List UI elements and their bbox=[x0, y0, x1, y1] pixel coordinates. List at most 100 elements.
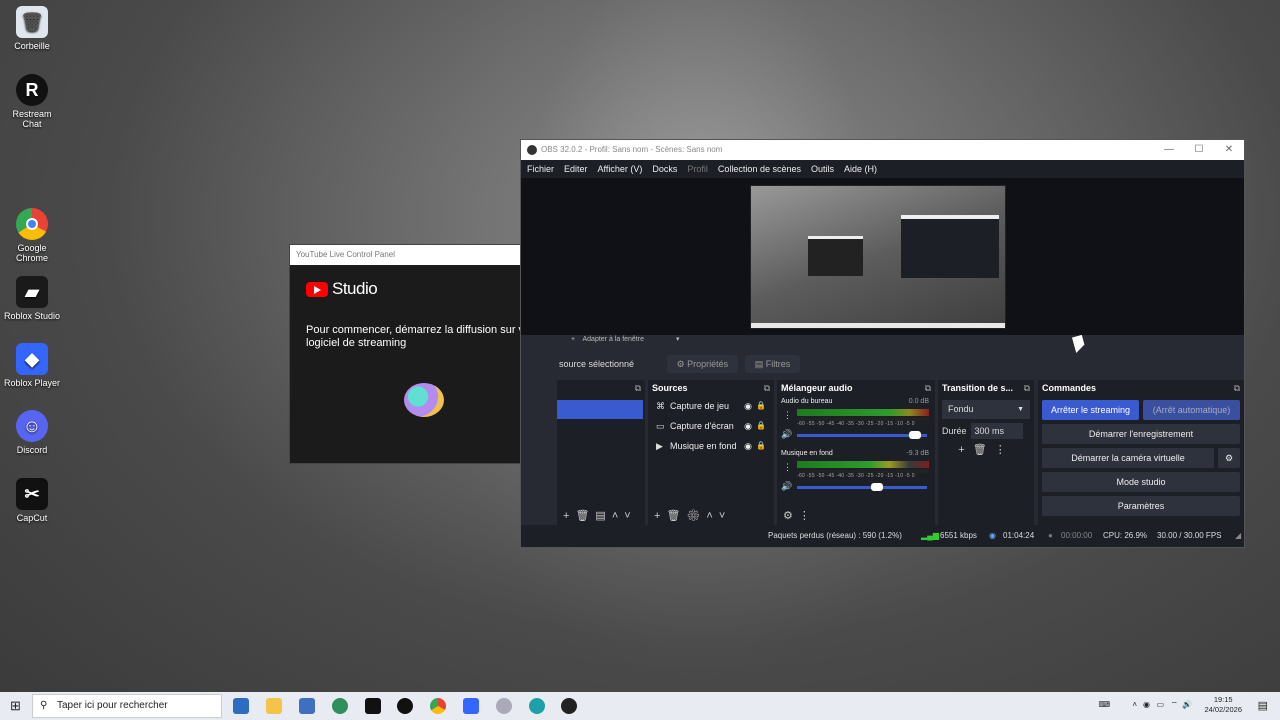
source-item[interactable]: ⌘ Capture de jeu ◉ 🔒 bbox=[648, 396, 774, 416]
scene-item-selected[interactable] bbox=[557, 400, 643, 419]
add-icon[interactable]: + bbox=[563, 510, 575, 522]
taskbar-app-roblox-studio-icon[interactable] bbox=[365, 698, 381, 714]
kebab-menu-icon[interactable]: ⋮ bbox=[799, 510, 816, 522]
add-icon[interactable]: + bbox=[571, 336, 575, 343]
desktop-icon-discord[interactable]: ☺ Discord bbox=[2, 410, 62, 455]
taskbar-app-roblox-player-icon[interactable] bbox=[463, 698, 479, 714]
taskbar-search[interactable]: ⚲ Taper ici pour rechercher bbox=[32, 694, 222, 718]
youtube-panel-titlebar[interactable]: YouTube Live Control Panel bbox=[290, 245, 555, 265]
volume-slider[interactable] bbox=[797, 431, 927, 439]
taskbar-app-obs-icon[interactable] bbox=[561, 698, 577, 714]
trash-icon[interactable]: 🗑 bbox=[575, 510, 595, 522]
stop-streaming-button[interactable]: Arrêter le streaming bbox=[1042, 400, 1139, 420]
notification-icon[interactable]: ▤ bbox=[1258, 699, 1268, 712]
move-down-icon[interactable]: ˅ bbox=[719, 510, 731, 522]
auto-stop-button[interactable]: (Arrêt automatique) bbox=[1143, 400, 1240, 420]
add-icon[interactable]: + bbox=[654, 510, 666, 522]
taskbar-clock[interactable]: 19:15 24/02/2026 bbox=[1204, 695, 1242, 715]
source-item[interactable]: ▭ Capture d'écran ◉ 🔒 bbox=[648, 416, 774, 436]
menu-afficher[interactable]: Afficher (V) bbox=[598, 160, 643, 178]
desktop-icon-roblox-player[interactable]: ◆ Roblox Player bbox=[2, 343, 62, 388]
speaker-icon[interactable]: 🔊 bbox=[781, 481, 792, 492]
chevron-up-icon[interactable]: ˄ bbox=[1132, 700, 1137, 709]
lock-icon[interactable]: 🔒 bbox=[756, 416, 766, 436]
start-recording-button[interactable]: Démarrer l'enregistrement bbox=[1042, 424, 1240, 444]
taskbar-app-mouse-icon[interactable] bbox=[496, 698, 512, 714]
advanced-audio-icon[interactable]: ⚙ bbox=[783, 510, 799, 522]
settings-button[interactable]: Paramètres bbox=[1042, 496, 1240, 516]
menu-outils[interactable]: Outils bbox=[811, 160, 834, 178]
undock-icon[interactable]: ⧉ bbox=[764, 380, 770, 396]
menu-editer[interactable]: Editer bbox=[564, 160, 588, 178]
desktop-icon-label: CapCut bbox=[16, 513, 48, 523]
eye-icon[interactable]: ◉ bbox=[744, 396, 752, 416]
taskbar-app-file-explorer-icon[interactable] bbox=[266, 698, 282, 714]
taskbar-app-security-icon[interactable] bbox=[332, 698, 348, 714]
source-item[interactable]: ▶ Musique en fond ◉ 🔒 bbox=[648, 436, 774, 456]
trash-icon[interactable]: 🗑 bbox=[973, 444, 995, 456]
resize-grip-icon[interactable]: ◢ bbox=[1235, 525, 1241, 547]
kebab-menu-icon[interactable]: ⋮ bbox=[783, 462, 792, 473]
move-up-icon[interactable]: ˄ bbox=[612, 510, 624, 522]
kebab-menu-icon[interactable]: ⋮ bbox=[783, 410, 792, 421]
kebab-menu-icon[interactable]: ⋮ bbox=[995, 444, 1014, 456]
taskbar-app-edge-icon[interactable] bbox=[529, 698, 545, 714]
undock-icon[interactable]: ⧉ bbox=[1234, 380, 1240, 396]
maximize-button[interactable]: ☐ bbox=[1184, 140, 1214, 160]
filter-icon[interactable]: ▤ bbox=[595, 510, 611, 522]
slider-knob[interactable] bbox=[870, 483, 883, 491]
transition-select[interactable]: Fondu ▼ bbox=[942, 400, 1030, 419]
taskbar-app-calculator-icon[interactable] bbox=[299, 698, 315, 714]
menu-aide[interactable]: Aide (H) bbox=[844, 160, 877, 178]
volume-icon[interactable]: 🔊 bbox=[1182, 700, 1192, 709]
volume-slider[interactable] bbox=[797, 483, 927, 491]
battery-icon[interactable]: ▭ bbox=[1156, 700, 1164, 709]
taskbar-app-widgets-icon[interactable] bbox=[233, 698, 249, 714]
taskbar-app-restream-icon[interactable] bbox=[397, 698, 413, 714]
wifi-icon[interactable]: ⌔ bbox=[1170, 700, 1178, 710]
menu-profil[interactable]: Profil bbox=[687, 160, 708, 178]
zoom-mode-label[interactable]: Adapter à la fenêtre bbox=[583, 336, 645, 343]
menu-fichier[interactable]: Fichier bbox=[527, 160, 554, 178]
desktop-icon-label: Roblox Studio bbox=[3, 311, 61, 321]
virtual-camera-settings-button[interactable]: ⚙ bbox=[1218, 448, 1240, 468]
chrome-tray-icon[interactable]: ◉ bbox=[1143, 700, 1150, 709]
desktop-icon-recycle-bin[interactable]: 🗑 Corbeille bbox=[2, 6, 62, 51]
lock-icon[interactable]: 🔒 bbox=[756, 436, 766, 456]
undock-icon[interactable]: ⧉ bbox=[925, 380, 931, 396]
close-button[interactable]: ✕ bbox=[1214, 140, 1244, 160]
minimize-button[interactable]: — bbox=[1154, 140, 1184, 160]
speaker-icon[interactable]: 🔊 bbox=[781, 429, 792, 440]
duration-input[interactable]: 300 ms bbox=[970, 423, 1023, 439]
undock-icon[interactable]: ⧉ bbox=[1024, 380, 1030, 396]
properties-button[interactable]: ⚙ Propriétés bbox=[666, 355, 739, 373]
studio-mode-button[interactable]: Mode studio bbox=[1042, 472, 1240, 492]
move-up-icon[interactable]: ˄ bbox=[706, 510, 718, 522]
desktop-icon-restream[interactable]: R Restream Chat bbox=[2, 74, 62, 129]
desktop-icon-chrome[interactable]: Google Chrome bbox=[2, 208, 62, 263]
gear-icon[interactable]: ⚙ bbox=[686, 510, 706, 522]
menu-collection-scenes[interactable]: Collection de scènes bbox=[718, 160, 801, 178]
audio-mixer-dock: Mélangeur audio ⧉ Audio du bureau 0.0 dB … bbox=[777, 380, 935, 525]
move-down-icon[interactable]: ˅ bbox=[624, 510, 636, 522]
obs-titlebar[interactable]: OBS 32.0.2 - Profil: Sans nom - Scènes: … bbox=[521, 140, 1244, 160]
lock-icon[interactable]: 🔒 bbox=[756, 396, 766, 416]
slider-knob[interactable] bbox=[908, 431, 921, 439]
desktop-icon-capcut[interactable]: ✂ CapCut bbox=[2, 478, 62, 523]
taskbar-app-chrome-icon[interactable] bbox=[430, 698, 446, 714]
channel-db: 0.0 dB bbox=[908, 398, 929, 405]
eye-icon[interactable]: ◉ bbox=[744, 416, 752, 436]
menu-docks[interactable]: Docks bbox=[652, 160, 677, 178]
add-icon[interactable]: + bbox=[958, 444, 972, 456]
obs-preview[interactable] bbox=[521, 178, 1244, 335]
undock-icon[interactable]: ⧉ bbox=[635, 380, 641, 396]
chevron-down-icon[interactable]: ▾ bbox=[676, 336, 680, 343]
windows-start-icon[interactable]: ⊞ bbox=[10, 698, 21, 714]
desktop-icon-roblox-studio[interactable]: ▰ Roblox Studio bbox=[2, 276, 62, 321]
trash-icon[interactable]: 🗑 bbox=[666, 510, 686, 522]
start-virtual-camera-button[interactable]: Démarrer la caméra virtuelle bbox=[1042, 448, 1214, 468]
duration-row: Durée 300 ms bbox=[942, 423, 1030, 439]
eye-icon[interactable]: ◉ bbox=[744, 436, 752, 456]
filters-button[interactable]: ▤ Filtres bbox=[744, 355, 801, 373]
keyboard-icon[interactable]: ⌨ bbox=[1098, 700, 1110, 709]
